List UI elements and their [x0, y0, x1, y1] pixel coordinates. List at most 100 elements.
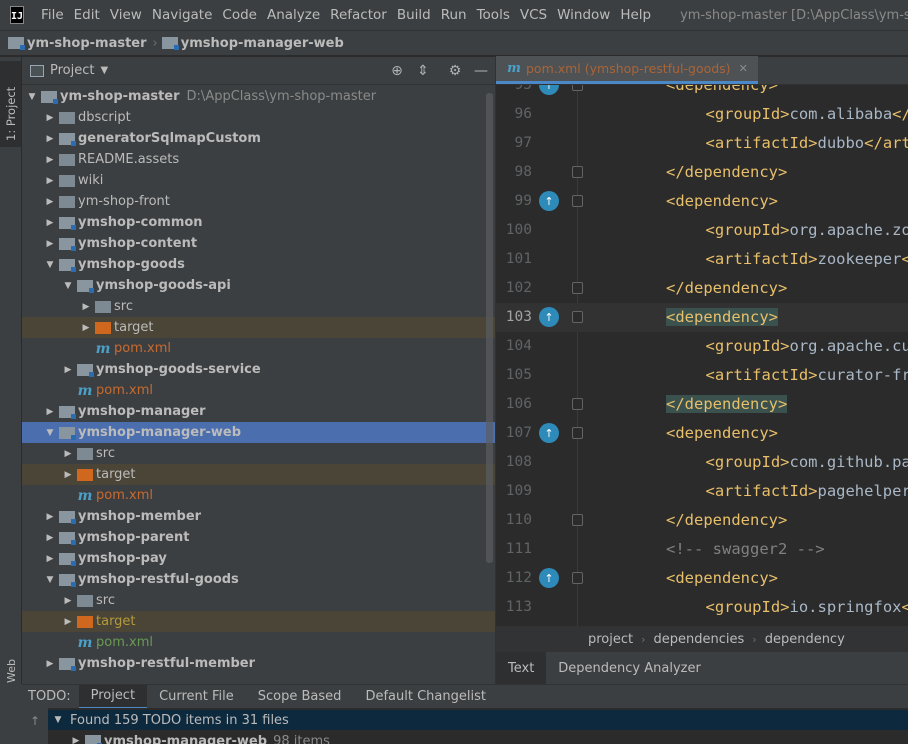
breadcrumb-item-dependency[interactable]: dependency	[765, 632, 845, 647]
tree-row[interactable]: ▼ ymshop-goods-api	[22, 275, 495, 296]
menu-item[interactable]: Refactor	[325, 7, 392, 23]
expanded-arrow-icon[interactable]: ▼	[44, 575, 56, 585]
collapsed-arrow-icon[interactable]: ▶	[80, 302, 92, 312]
breadcrumb-item-project[interactable]: project	[588, 632, 633, 647]
nav-crumb-project[interactable]: ym-shop-master	[0, 36, 147, 51]
menu-item[interactable]: Navigate	[147, 7, 218, 23]
todo-tab-current-file[interactable]: Current File	[147, 685, 246, 709]
breadcrumb-item-dependencies[interactable]: dependencies	[654, 632, 745, 647]
code-line[interactable]: 110 </dependency>	[496, 506, 908, 535]
menu-item[interactable]: Tools	[472, 7, 515, 23]
tree-row[interactable]: m pom.xml	[22, 632, 495, 653]
tree-row[interactable]: m pom.xml	[22, 380, 495, 401]
fold-marker-icon[interactable]	[572, 427, 583, 439]
menu-item[interactable]: File	[36, 7, 69, 23]
tree-row[interactable]: ▶ ymshop-common	[22, 212, 495, 233]
overridden-dependency-icon[interactable]: ↑	[539, 568, 559, 588]
expanded-arrow-icon[interactable]: ▼	[62, 281, 74, 291]
tree-row[interactable]: ▶ ymshop-pay	[22, 548, 495, 569]
tree-row[interactable]: ▶ ymshop-goods-service	[22, 359, 495, 380]
close-icon[interactable]: ✕	[739, 62, 748, 75]
collapse-all-icon[interactable]: ⇕	[414, 62, 432, 80]
collapsed-arrow-icon[interactable]: ▶	[44, 512, 56, 522]
project-panel-title[interactable]: Project	[50, 63, 94, 78]
expanded-arrow-icon[interactable]: ▼	[44, 260, 56, 270]
collapsed-arrow-icon[interactable]: ▶	[44, 533, 56, 543]
fold-marker-icon[interactable]	[572, 166, 583, 178]
menu-item[interactable]: Run	[436, 7, 472, 23]
tree-row[interactable]: ▶ ymshop-restful-member	[22, 653, 495, 674]
todo-tab-scope-based[interactable]: Scope Based	[246, 685, 354, 709]
fold-marker-icon[interactable]	[572, 311, 583, 323]
menu-item[interactable]: VCS	[515, 7, 552, 23]
tree-row[interactable]: ▶ ymshop-parent	[22, 527, 495, 548]
menu-item[interactable]: Build	[392, 7, 436, 23]
todo-child-row[interactable]: ▶ ymshop-manager-web 98 items	[48, 731, 908, 744]
code-line[interactable]: 108 <groupId>com.github.pagehelper</group…	[496, 448, 908, 477]
collapsed-arrow-icon[interactable]: ▶	[62, 617, 74, 627]
tree-row[interactable]: ▶ target	[22, 611, 495, 632]
collapsed-arrow-icon[interactable]: ▶	[44, 155, 56, 165]
tab-dependency-analyzer[interactable]: Dependency Analyzer	[546, 652, 713, 684]
todo-summary-row[interactable]: ▼ Found 159 TODO items in 31 files	[48, 710, 908, 730]
menu-item[interactable]: Edit	[69, 7, 105, 23]
expanded-arrow-icon[interactable]: ▼	[44, 428, 56, 438]
tree-row[interactable]: ▶ src	[22, 296, 495, 317]
code-line[interactable]: 113 <groupId>io.springfox</groupId>	[496, 593, 908, 622]
collapsed-arrow-icon[interactable]: ▶	[44, 113, 56, 123]
menu-item[interactable]: Window	[552, 7, 615, 23]
fold-marker-icon[interactable]	[572, 195, 583, 207]
collapsed-arrow-icon[interactable]: ▶	[44, 197, 56, 207]
code-line[interactable]: 101 <artifactId>zookeeper</artifactId>	[496, 245, 908, 274]
hide-panel-icon[interactable]: —	[472, 62, 490, 80]
tree-row[interactable]: ▶ dbscript	[22, 107, 495, 128]
expanded-arrow-icon[interactable]: ▼	[52, 715, 64, 725]
fold-marker-icon[interactable]	[572, 398, 583, 410]
collapsed-arrow-icon[interactable]: ▶	[44, 218, 56, 228]
tree-row[interactable]: ▶ ymshop-member	[22, 506, 495, 527]
collapsed-arrow-icon[interactable]: ▶	[80, 323, 92, 333]
overridden-dependency-icon[interactable]: ↑	[539, 85, 559, 95]
tree-row[interactable]: ▶ generatorSqlmapCustom	[22, 128, 495, 149]
todo-tab-default-changelist[interactable]: Default Changelist	[353, 685, 498, 709]
code-line[interactable]: 103 ↑ <dependency>	[496, 303, 908, 332]
project-tool-tab[interactable]: 1: Project	[0, 61, 21, 147]
code-line[interactable]: 107 ↑ <dependency>	[496, 419, 908, 448]
tree-row[interactable]: ▶ README.assets	[22, 149, 495, 170]
menu-item[interactable]: View	[105, 7, 147, 23]
expanded-arrow-icon[interactable]: ▼	[26, 92, 38, 102]
tree-row[interactable]: m pom.xml	[22, 485, 495, 506]
fold-marker-icon[interactable]	[572, 572, 583, 584]
collapsed-arrow-icon[interactable]: ▶	[44, 176, 56, 186]
collapsed-arrow-icon[interactable]: ▶	[44, 407, 56, 417]
tree-row[interactable]: ▶ target	[22, 317, 495, 338]
tree-row[interactable]: ▶ ym-shop-front	[22, 191, 495, 212]
menu-item[interactable]: Analyze	[262, 7, 325, 23]
code-line[interactable]: 111 <!-- swagger2 -->	[496, 535, 908, 564]
collapsed-arrow-icon[interactable]: ▶	[62, 596, 74, 606]
collapsed-arrow-icon[interactable]: ▶	[62, 449, 74, 459]
code-line[interactable]: 104 <groupId>org.apache.curator</groupId>	[496, 332, 908, 361]
tree-scrollbar[interactable]	[486, 93, 493, 563]
chevron-down-icon[interactable]: ▼	[100, 65, 108, 76]
menu-item[interactable]: Help	[615, 7, 656, 23]
tree-row[interactable]: ▼ ymshop-manager-web	[22, 422, 495, 443]
tree-row[interactable]: m pom.xml	[22, 338, 495, 359]
web-tool-tab[interactable]: Web	[3, 647, 19, 687]
collapsed-arrow-icon[interactable]: ▶	[44, 239, 56, 249]
collapsed-arrow-icon[interactable]: ▶	[62, 365, 74, 375]
code-line[interactable]: 96 <groupId>com.alibaba</groupId>	[496, 100, 908, 129]
code-line[interactable]: 105 <artifactId>curator-framework</artifa…	[496, 361, 908, 390]
code-area[interactable]: 95↑<dependency>96<groupId>com.alibaba</g…	[496, 85, 908, 626]
nav-crumb-module[interactable]: ymshop-manager-web	[161, 36, 344, 51]
locate-target-icon[interactable]: ⊕	[388, 62, 406, 80]
overridden-dependency-icon[interactable]: ↑	[539, 191, 559, 211]
tree-row[interactable]: ▶ target	[22, 464, 495, 485]
gear-icon[interactable]: ⚙	[446, 62, 464, 80]
fold-marker-icon[interactable]	[572, 85, 583, 91]
collapsed-arrow-icon[interactable]: ▶	[44, 554, 56, 564]
collapsed-arrow-icon[interactable]: ▶	[44, 659, 56, 669]
editor-tab-pom-xml[interactable]: m pom.xml (ymshop-restful-goods) ✕	[496, 56, 758, 84]
overridden-dependency-icon[interactable]: ↑	[539, 307, 559, 327]
collapsed-arrow-icon[interactable]: ▶	[62, 470, 74, 480]
